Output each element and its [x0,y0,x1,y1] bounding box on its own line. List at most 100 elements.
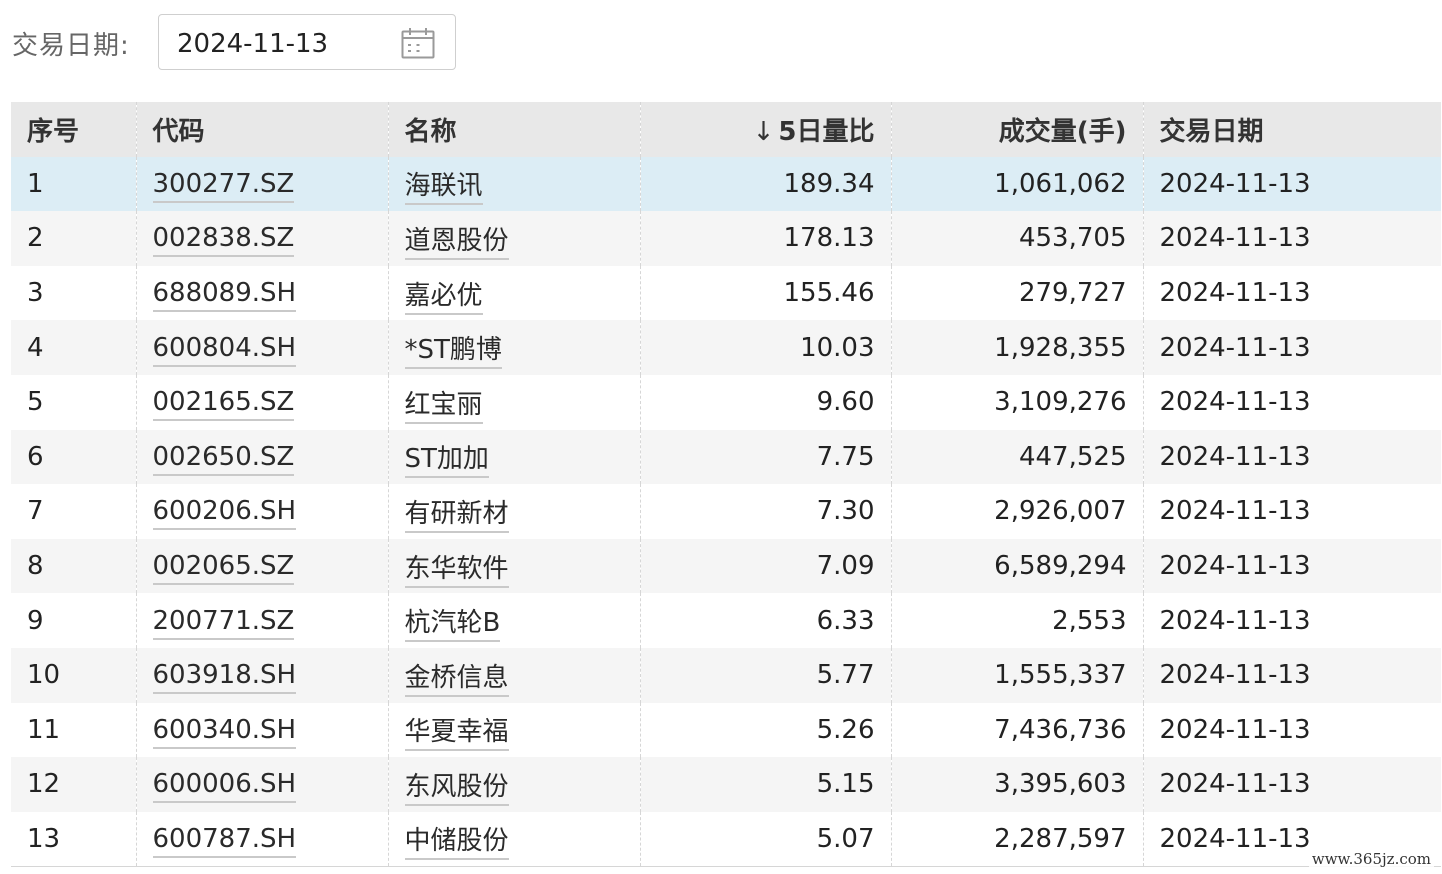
column-header-name[interactable]: 名称 [387,102,640,157]
cell-volume: 6,589,294 [890,538,1143,594]
stock-code-link[interactable]: 603918.SH [152,660,297,695]
table-row[interactable]: 13 600787.SH 中储股份 5.07 2,287,597 2024-11-13 [11,811,1441,867]
cell-name: 海联讯 [387,156,640,212]
table-row[interactable]: 11 600340.SH 华夏幸福 5.26 7,436,736 2024-11-13 [11,702,1441,758]
table-row[interactable]: 10 603918.SH 金桥信息 5.77 1,555,337 2024-11-13 [11,647,1441,703]
cell-volume: 3,395,603 [890,757,1143,812]
stock-code-link[interactable]: 300277.SZ [152,168,295,203]
cell-date: 2024-11-13 [1142,538,1441,594]
cell-name: 嘉必优 [387,265,640,321]
stock-name-link[interactable]: 海联讯 [404,171,483,206]
stock-name-link[interactable]: ST加加 [404,444,489,479]
cell-volume: 453,705 [890,211,1143,266]
cell-volume: 279,727 [890,265,1143,321]
stock-code-link[interactable]: 688089.SH [152,278,297,313]
cell-code: 002650.SZ [135,429,388,485]
cell-index: 6 [11,429,136,485]
date-picker-input[interactable]: 2024-11-13 [158,14,456,70]
table-row[interactable]: 1 300277.SZ 海联讯 189.34 1,061,062 2024-11-13 [11,156,1441,212]
cell-index: 9 [11,593,136,648]
table-row[interactable]: 7 600206.SH 有研新材 7.30 2,926,007 2024-11-13 [11,484,1441,539]
watermark-text: www.365jz.com [1308,850,1434,868]
cell-index: 2 [11,211,136,266]
stock-code-link[interactable]: 600787.SH [152,823,297,858]
cell-ratio: 155.46 [639,265,891,321]
stock-code-link[interactable]: 600804.SH [152,332,297,367]
column-header-volume[interactable]: 成交量(手) [890,102,1143,157]
cell-index: 11 [11,702,136,758]
column-header-date[interactable]: 交易日期 [1142,102,1441,157]
cell-date: 2024-11-13 [1142,429,1441,485]
cell-code: 600006.SH [135,757,388,812]
stock-code-link[interactable]: 200771.SZ [152,605,295,640]
calendar-icon[interactable] [401,27,435,59]
cell-date: 2024-11-13 [1142,757,1441,812]
cell-ratio: 178.13 [639,211,891,266]
table-row[interactable]: 2 002838.SZ 道恩股份 178.13 453,705 2024-11-13 [11,211,1441,266]
stock-name-link[interactable]: 东风股份 [404,771,509,806]
table-row[interactable]: 5 002165.SZ 红宝丽 9.60 3,109,276 2024-11-13 [11,374,1441,430]
stock-code-link[interactable]: 002838.SZ [152,223,295,258]
cell-name: *ST鹏博 [387,320,640,375]
cell-date: 2024-11-13 [1142,156,1441,212]
column-header-index[interactable]: 序号 [11,102,136,157]
stock-name-link[interactable]: 嘉必优 [404,280,483,315]
stock-code-link[interactable]: 600340.SH [152,714,297,749]
stock-name-link[interactable]: 红宝丽 [404,389,483,424]
column-header-ratio[interactable]: ↓ 5日量比 [639,102,891,157]
cell-code: 600340.SH [135,702,388,758]
stock-volume-ratio-table: 序号 代码 名称 ↓ 5日量比 成交量(手) 交易日期 1 300277.SZ 海联讯… [11,102,1441,867]
stock-name-link[interactable]: *ST鹏博 [404,335,502,370]
stock-code-link[interactable]: 600006.SH [152,769,297,804]
cell-code: 688089.SH [135,265,388,321]
cell-ratio: 7.09 [639,538,891,594]
cell-date: 2024-11-13 [1142,374,1441,430]
date-filter-label: 交易日期: [12,30,130,61]
sort-desc-icon[interactable]: ↓ [753,117,775,147]
cell-ratio: 6.33 [639,593,891,648]
cell-code: 600206.SH [135,484,388,539]
cell-ratio: 9.60 [639,374,891,430]
stock-name-link[interactable]: 华夏幸福 [404,717,509,752]
cell-date: 2024-11-13 [1142,647,1441,703]
stock-name-link[interactable]: 中储股份 [404,826,509,861]
cell-code: 200771.SZ [135,593,388,648]
stock-code-link[interactable]: 002065.SZ [152,551,295,586]
table-row[interactable]: 12 600006.SH 东风股份 5.15 3,395,603 2024-11-13 [11,757,1441,812]
cell-name: 中储股份 [387,811,640,867]
stock-name-link[interactable]: 杭汽轮B [404,608,501,643]
stock-name-link[interactable]: 有研新材 [404,498,509,533]
cell-ratio: 5.77 [639,647,891,703]
cell-volume: 2,287,597 [890,811,1143,867]
cell-index: 10 [11,647,136,703]
table-row[interactable]: 3 688089.SH 嘉必优 155.46 279,727 2024-11-13 [11,265,1441,321]
cell-date: 2024-11-13 [1142,211,1441,266]
column-header-code[interactable]: 代码 [135,102,388,157]
cell-index: 3 [11,265,136,321]
cell-date: 2024-11-13 [1142,484,1441,539]
cell-name: 道恩股份 [387,211,640,266]
table-row[interactable]: 9 200771.SZ 杭汽轮B 6.33 2,553 2024-11-13 [11,593,1441,648]
stock-name-link[interactable]: 东华软件 [404,553,509,588]
stock-name-link[interactable]: 金桥信息 [404,662,509,697]
cell-name: 华夏幸福 [387,702,640,758]
table-row[interactable]: 6 002650.SZ ST加加 7.75 447,525 2024-11-13 [11,429,1441,485]
cell-volume: 7,436,736 [890,702,1143,758]
stock-code-link[interactable]: 600206.SH [152,496,297,531]
column-header-ratio-label: 5日量比 [778,116,875,147]
cell-volume: 1,061,062 [890,156,1143,212]
cell-volume: 447,525 [890,429,1143,485]
stock-name-link[interactable]: 道恩股份 [404,225,509,260]
table-row[interactable]: 4 600804.SH *ST鹏博 10.03 1,928,355 2024-11-13 [11,320,1441,375]
table-header-row: 序号 代码 名称 ↓ 5日量比 成交量(手) 交易日期 [11,102,1441,157]
cell-volume: 1,928,355 [890,320,1143,375]
cell-name: 金桥信息 [387,647,640,703]
stock-code-link[interactable]: 002165.SZ [152,387,295,422]
stock-code-link[interactable]: 002650.SZ [152,441,295,476]
table-body: 1 300277.SZ 海联讯 189.34 1,061,062 2024-11-13 2 0… [11,156,1441,867]
table-row[interactable]: 8 002065.SZ 东华软件 7.09 6,589,294 2024-11-13 [11,538,1441,594]
cell-index: 5 [11,374,136,430]
cell-volume: 3,109,276 [890,374,1143,430]
cell-code: 002065.SZ [135,538,388,594]
cell-ratio: 10.03 [639,320,891,375]
